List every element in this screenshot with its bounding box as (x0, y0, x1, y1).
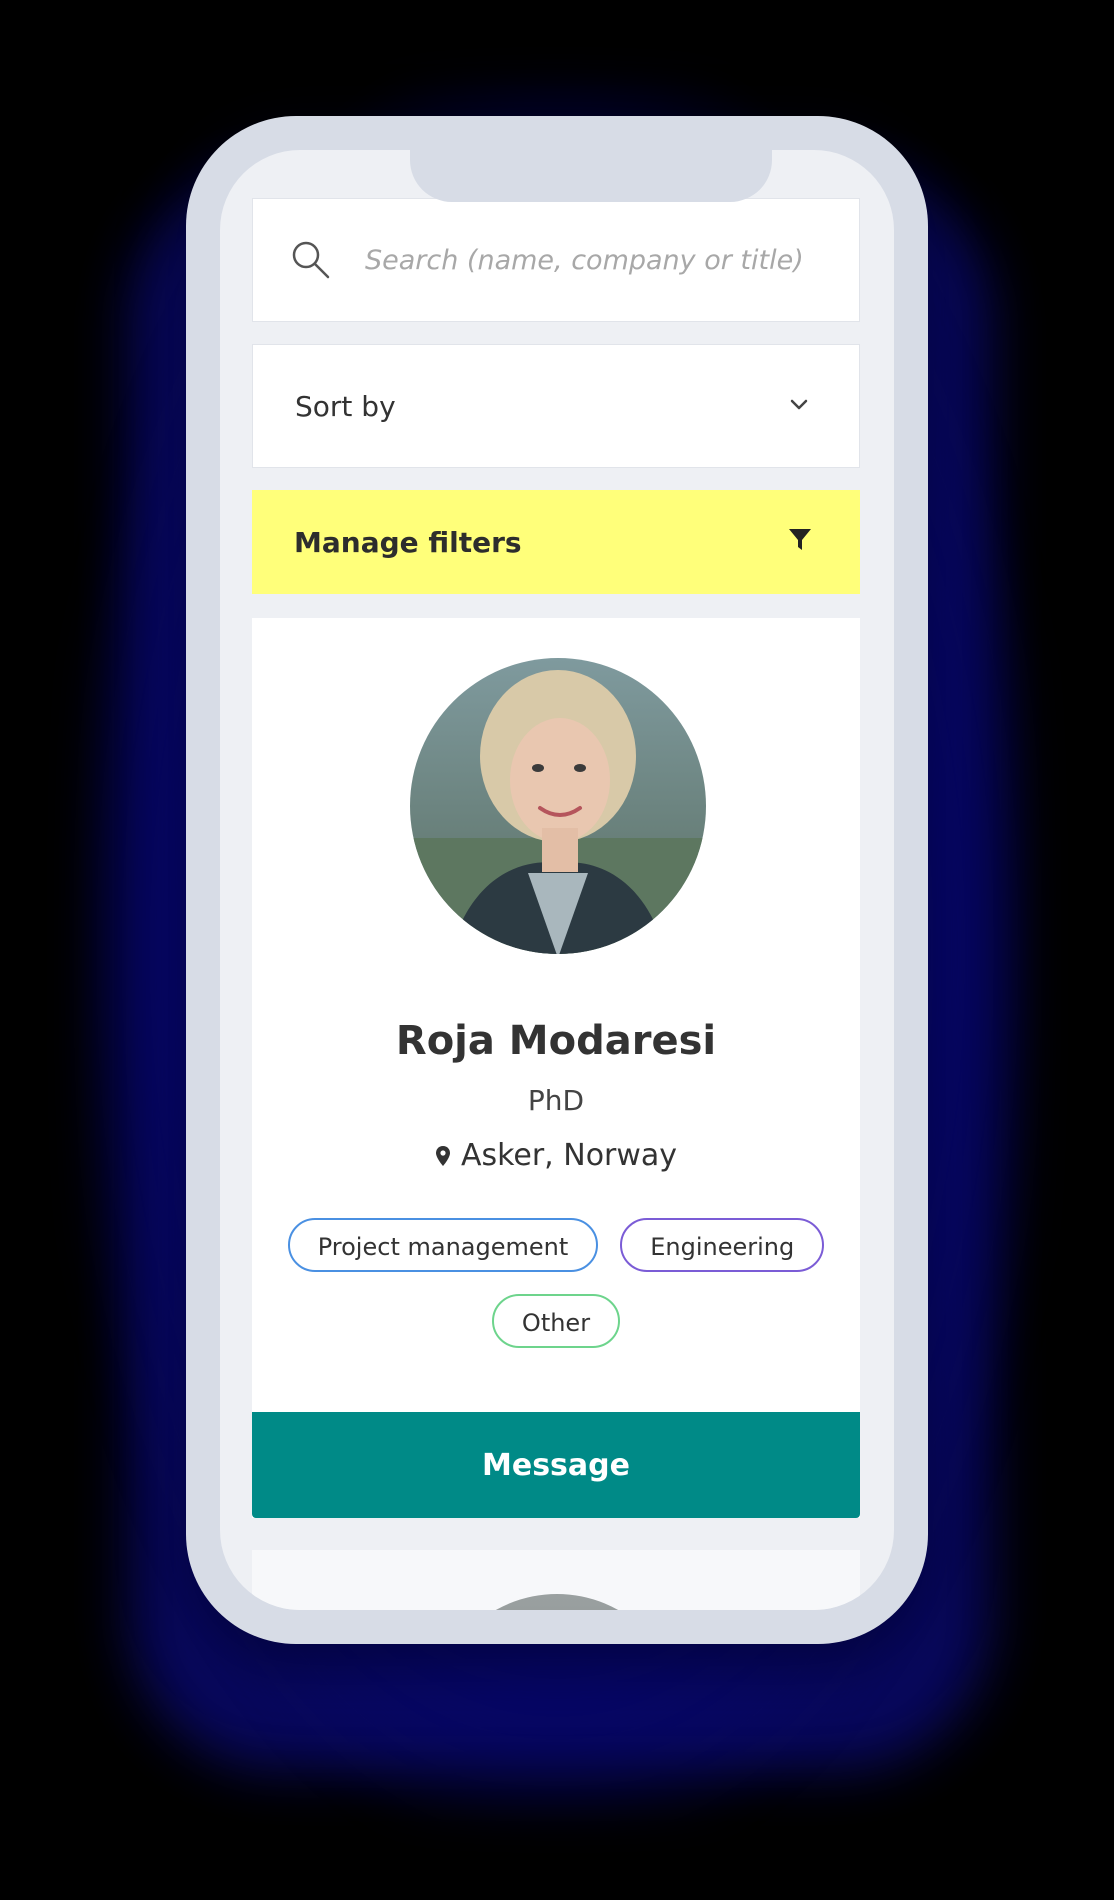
manage-filters-button[interactable]: Manage filters (252, 490, 860, 594)
tag-list: Project management Engineering Other (252, 1218, 860, 1370)
chevron-down-icon (789, 397, 809, 416)
next-avatar[interactable] (432, 1594, 682, 1610)
message-button[interactable]: Message (252, 1412, 860, 1518)
sort-label: Sort by (295, 389, 396, 423)
search-input[interactable] (363, 243, 859, 277)
tag-project-management[interactable]: Project management (287, 1218, 599, 1272)
profile-card: Roja Modaresi PhD Asker, Norway Project … (252, 618, 860, 1518)
location-pin-icon (435, 1145, 450, 1166)
phone-notch (410, 150, 772, 202)
profile-title: PhD (527, 1084, 585, 1117)
next-profile-card (252, 1550, 860, 1610)
directory-content: Sort by Manage filters (252, 198, 860, 1610)
phone-screen: Sort by Manage filters (220, 150, 894, 1610)
profile-location: Asker, Norway (252, 1138, 860, 1173)
sort-dropdown[interactable]: Sort by (252, 344, 860, 468)
location-text: Asker, Norway (460, 1138, 678, 1173)
tag-other[interactable]: Other (491, 1294, 621, 1348)
avatar[interactable] (410, 658, 706, 954)
search-icon (289, 238, 333, 282)
manage-filters-label: Manage filters (294, 525, 522, 559)
profile-name: Roja Modaresi (395, 1018, 717, 1064)
tag-engineering[interactable]: Engineering (620, 1218, 825, 1272)
phone-frame: Sort by Manage filters (186, 116, 928, 1644)
filter-icon (788, 527, 812, 557)
search-bar[interactable] (252, 198, 860, 322)
